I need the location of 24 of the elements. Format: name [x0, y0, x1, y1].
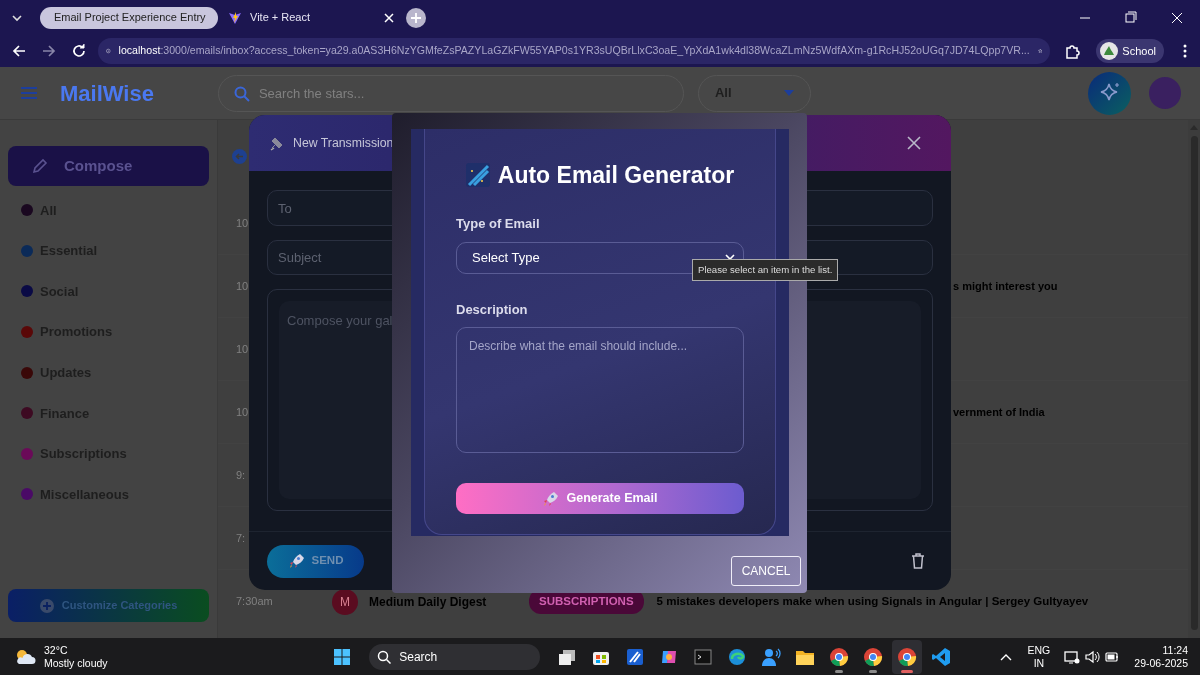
- url-text: localhost:3000/emails/inbox?access_token=ya29.a0AS3H6NzYGMfeZsPAZYLaGZkFW55YAP0s1YR3sUQBrLlxC3oaE_YpXdA1wk4dl38WcaZLmNz5WdfAXm-g1RcHJ52oUGq7JD74LQpp7VR...: [118, 43, 1030, 59]
- validation-tooltip: Please select an item in the list.: [692, 259, 839, 282]
- dialog-title: Auto Email Generator: [497, 160, 735, 190]
- email-time: 7:: [236, 530, 247, 546]
- profile-name: School: [1122, 43, 1156, 59]
- email-subject: 5 mistakes developers make when using Signals in Angular | Sergey Gultyayev: [656, 593, 1089, 609]
- email-time: 10: [236, 278, 250, 294]
- weather-temperature: 32°C: [44, 644, 69, 657]
- email-subject: s might interest you: [953, 278, 1058, 294]
- tab-title: Vite + React: [250, 10, 312, 26]
- sender-name: Medium Daily Digest: [369, 593, 488, 611]
- email-time: 7:30am: [236, 594, 274, 610]
- app-logo-text: MailWise: [60, 79, 154, 108]
- field-label: Type of Email: [456, 215, 541, 233]
- email-subject: vernment of India: [953, 404, 1045, 420]
- tab-title: Email Project Experience Entry: [54, 10, 206, 26]
- email-time: 10: [236, 341, 250, 357]
- email-time: 10: [236, 215, 250, 231]
- field-label: Description: [456, 300, 529, 319]
- window-title: New Transmission: [293, 134, 395, 152]
- weather-condition: Mostly cloudy: [44, 656, 108, 669]
- sender-avatar: M: [332, 588, 358, 615]
- email-time: 10: [236, 404, 250, 420]
- email-time: 9:: [236, 467, 247, 483]
